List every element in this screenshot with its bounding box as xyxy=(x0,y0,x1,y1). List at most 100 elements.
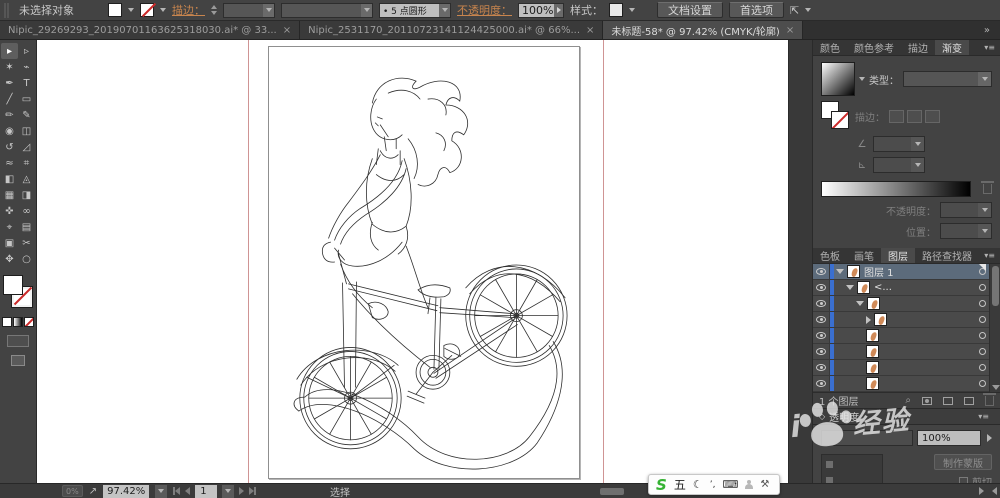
gradient-panel-menu-icon[interactable]: ▾≡ xyxy=(979,40,1000,55)
collapse-dock-icon[interactable]: » xyxy=(974,21,1000,39)
opacity-link[interactable]: 不透明度： xyxy=(457,2,512,18)
stroke-dropdown-icon[interactable] xyxy=(160,8,166,12)
pencil-tool[interactable]: ✎ xyxy=(18,107,35,123)
visibility-eye-icon[interactable] xyxy=(813,376,830,391)
width-tool[interactable]: ≈ xyxy=(1,155,18,171)
brush-definition-dropdown[interactable]: • 5 点圆形 xyxy=(379,2,451,18)
select-similar-icon[interactable]: ⇱ xyxy=(790,4,799,17)
free-transform-tool[interactable]: ⌗ xyxy=(18,155,35,171)
make-mask-button[interactable]: 制作蒙版 xyxy=(934,454,992,470)
gradient-type-dropdown[interactable] xyxy=(903,71,992,87)
eraser-tool[interactable]: ◫ xyxy=(18,123,35,139)
tab-gradient[interactable]: 渐变 xyxy=(935,40,969,55)
gradient-angle-dropdown[interactable] xyxy=(873,136,925,152)
gradient-thumbnail[interactable] xyxy=(821,62,855,96)
perspective-grid-tool[interactable]: ◬ xyxy=(18,171,35,187)
canvas-area[interactable] xyxy=(37,40,788,483)
layer-row-7[interactable] xyxy=(813,360,1000,376)
transparency-panel-header[interactable]: ◇ 透明度 ▾≡ xyxy=(813,408,1000,425)
artboard[interactable] xyxy=(268,46,580,479)
layer-thumbnail[interactable] xyxy=(857,281,870,294)
previous-artboard-icon[interactable] xyxy=(185,487,191,495)
scroll-right-icon[interactable] xyxy=(979,487,984,495)
selection-tool[interactable]: ▸ xyxy=(1,43,18,59)
doc-tab-2[interactable]: Nipic_2531170_20110723141124425000.ai* @… xyxy=(300,21,604,39)
layer-thumbnail[interactable] xyxy=(867,297,880,310)
visibility-eye-icon[interactable] xyxy=(813,344,830,359)
share-export-icon[interactable]: ↗ xyxy=(89,486,97,497)
punctuation-icon[interactable]: ’, xyxy=(710,480,716,490)
doc-tab-1-close-icon[interactable]: × xyxy=(283,25,291,36)
layers-panel-menu-icon[interactable]: ▾≡ xyxy=(979,248,1000,263)
gradient-slider[interactable] xyxy=(821,181,971,197)
account-person-icon[interactable] xyxy=(745,480,754,489)
fill-stroke-indicator[interactable] xyxy=(3,275,33,309)
doc-tab-3-close-icon[interactable]: × xyxy=(786,25,794,36)
width-profile-dropdown[interactable] xyxy=(281,2,373,18)
target-circle-icon[interactable] xyxy=(979,380,986,387)
doc-tab-1[interactable]: Nipic_29269293_20190701163625318030.ai* … xyxy=(0,21,301,39)
new-layer-icon[interactable] xyxy=(964,396,974,405)
gradient-button[interactable] xyxy=(13,317,23,327)
hand-tool[interactable]: ✥ xyxy=(1,251,18,267)
delete-stop-trash-icon[interactable] xyxy=(981,181,994,194)
stroke-gradient-across-icon[interactable] xyxy=(925,109,940,123)
blend-mode-dropdown[interactable] xyxy=(821,430,913,446)
doc-tab-3-active[interactable]: 未标题-58* @ 97.42% (CMYK/轮廓) × xyxy=(603,21,804,39)
layer-row-6[interactable] xyxy=(813,344,1000,360)
gradient-preset-dropdown-icon[interactable] xyxy=(859,77,865,81)
soft-keyboard-icon[interactable]: ⌨ xyxy=(722,478,738,491)
layer-thumbnail[interactable] xyxy=(874,313,887,326)
shape-builder-tool[interactable]: ◧ xyxy=(1,171,18,187)
layer-row-8[interactable] xyxy=(813,376,1000,392)
tab-color[interactable]: 颜色 xyxy=(813,40,847,55)
stop-opacity-dropdown[interactable] xyxy=(940,202,992,218)
wubi-mode-icon[interactable]: 五 xyxy=(674,476,686,493)
gradient-stroke-none-proxy[interactable] xyxy=(831,111,849,129)
style-swatch[interactable] xyxy=(609,3,623,17)
stroke-gradient-within-icon[interactable] xyxy=(889,109,904,123)
visibility-eye-icon[interactable] xyxy=(813,296,830,311)
lasso-tool[interactable]: ⌁ xyxy=(18,59,35,75)
layers-scrollbar[interactable] xyxy=(989,264,1000,392)
magic-wand-tool[interactable]: ✶ xyxy=(1,59,18,75)
symbol-sprayer-tool[interactable]: ⌖ xyxy=(1,219,18,235)
target-circle-icon[interactable] xyxy=(979,332,986,339)
artboard-tool[interactable]: ▣ xyxy=(1,235,18,251)
visibility-eye-icon[interactable] xyxy=(813,280,830,295)
layer-thumbnail[interactable] xyxy=(866,329,879,342)
pen-tool[interactable]: ✒ xyxy=(1,75,18,91)
fill-white-swatch[interactable] xyxy=(3,275,23,295)
visibility-eye-icon[interactable] xyxy=(813,360,830,375)
rectangle-tool[interactable]: ▭ xyxy=(18,91,35,107)
collapse-triangle-icon[interactable] xyxy=(846,285,854,290)
layer-row-2[interactable]: <... xyxy=(813,280,1000,296)
stroke-swatch[interactable] xyxy=(140,3,154,17)
document-setup-button[interactable]: 文档设置 xyxy=(657,2,723,18)
layer-row-5[interactable] xyxy=(813,328,1000,344)
tab-brushes[interactable]: 画笔 xyxy=(847,248,881,263)
line-segment-tool[interactable]: ╱ xyxy=(1,91,18,107)
collapse-triangle-icon[interactable] xyxy=(836,269,844,274)
target-circle-icon[interactable] xyxy=(979,300,986,307)
stroke-gradient-along-icon[interactable] xyxy=(907,109,922,123)
gradient-fill-stroke-proxy[interactable] xyxy=(821,101,851,131)
gradient-tool[interactable]: ◨ xyxy=(18,187,35,203)
layer-thumbnail[interactable] xyxy=(866,377,879,390)
stroke-weight-stepper[interactable] xyxy=(211,5,217,15)
target-circle-icon[interactable] xyxy=(979,316,986,323)
stroke-weight-dropdown[interactable] xyxy=(223,2,275,18)
layer-row-3[interactable] xyxy=(813,296,1000,312)
expand-triangle-icon[interactable] xyxy=(866,315,871,324)
stroke-link[interactable]: 描边： xyxy=(172,2,205,18)
layers-scrollbar-down-icon[interactable] xyxy=(992,385,1000,390)
make-clipping-mask-icon[interactable] xyxy=(922,396,932,405)
transparency-opacity-arrow-icon[interactable] xyxy=(987,434,992,442)
stop-location-dropdown[interactable] xyxy=(940,223,992,239)
layer-thumbnail[interactable] xyxy=(866,345,879,358)
zoom-tool[interactable]: ○ xyxy=(18,251,35,267)
graph-tool[interactable]: ▤ xyxy=(18,219,35,235)
zoom-dropdown-icon[interactable] xyxy=(155,484,168,498)
panel-collapse-icon[interactable]: ◇ xyxy=(819,412,825,421)
tab-swatches[interactable]: 色板 xyxy=(813,248,847,263)
